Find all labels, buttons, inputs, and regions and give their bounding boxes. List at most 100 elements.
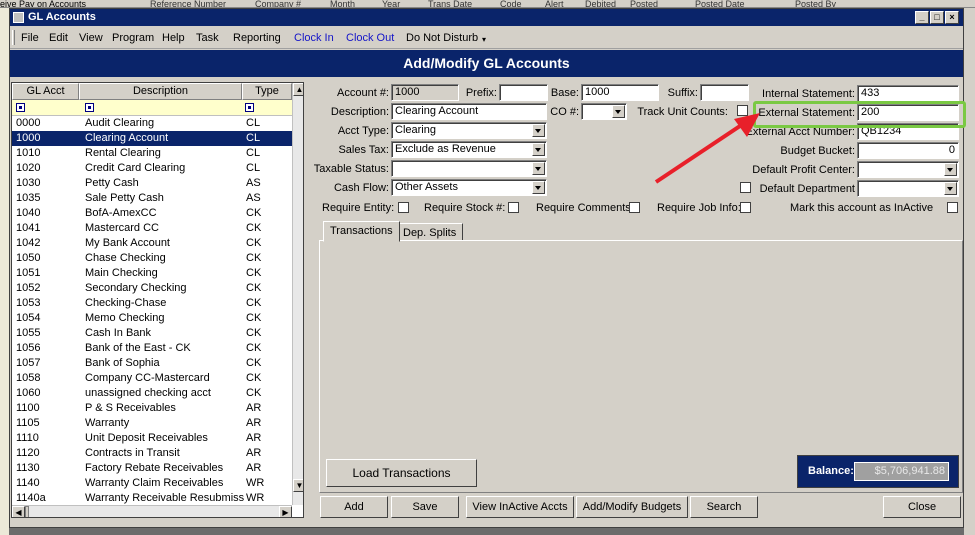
chevron-down-icon[interactable]: ▾	[482, 35, 486, 44]
inactive-checkbox[interactable]	[947, 202, 958, 213]
add-button[interactable]: Add	[320, 496, 388, 518]
chevron-down-icon[interactable]	[944, 163, 957, 176]
table-row[interactable]: 1055 Cash In Bank CK	[12, 326, 292, 341]
maximize-icon[interactable]: □	[930, 11, 944, 24]
table-row[interactable]: 1130 Factory Rebate Receivables AR	[12, 461, 292, 476]
base-field[interactable]: 1000	[581, 84, 659, 101]
table-row[interactable]: 1140 Warranty Claim Receivables WR	[12, 476, 292, 491]
scroll-thumb[interactable]	[25, 506, 29, 517]
cash-flow-select[interactable]: Other Assets	[391, 179, 547, 196]
inactive-label: Mark this account as InActive	[790, 202, 934, 214]
table-row[interactable]: 1051 Main Checking CK	[12, 266, 292, 281]
table-row[interactable]: 1056 Bank of the East - CK CK	[12, 341, 292, 356]
table-row[interactable]: 1010 Rental Clearing CL	[12, 146, 292, 161]
type-cell: CK	[246, 372, 262, 384]
table-row[interactable]: 1035 Sale Petty Cash AS	[12, 191, 292, 206]
table-row[interactable]: 1057 Bank of Sophia CK	[12, 356, 292, 371]
internal-statement-field[interactable]: 433	[857, 85, 959, 102]
menu-view[interactable]: View	[79, 32, 103, 44]
menu-clock-out[interactable]: Clock Out	[346, 32, 394, 44]
gl-acct-cell: 1042	[16, 237, 41, 249]
sales-tax-select[interactable]: Exclude as Revenue	[391, 141, 547, 158]
require-entity-checkbox[interactable]	[398, 202, 409, 213]
grid-vertical-scrollbar[interactable]: ▲ ▼	[292, 83, 303, 505]
filter-gl-acct-icon[interactable]	[16, 103, 25, 112]
table-row[interactable]: 1040 BofA-AmexCC CK	[12, 206, 292, 221]
scroll-right-icon[interactable]: ▶	[279, 506, 292, 517]
chevron-down-icon[interactable]	[612, 105, 625, 118]
chevron-down-icon[interactable]	[532, 124, 545, 137]
menu-program[interactable]: Program	[112, 32, 154, 44]
description-field[interactable]: Clearing Account	[391, 103, 547, 120]
window-titlebar[interactable]: GL Accounts	[10, 9, 963, 26]
type-cell: CK	[246, 342, 262, 354]
menu-file[interactable]: File	[21, 32, 39, 44]
table-row[interactable]: 1100 P & S Receivables AR	[12, 401, 292, 416]
column-header-gl-acct[interactable]: GL Acct	[12, 83, 79, 100]
scroll-up-icon[interactable]: ▲	[293, 83, 303, 96]
description-cell: Company CC-Mastercard	[85, 372, 210, 384]
filter-type-icon[interactable]	[245, 103, 254, 112]
menu-reporting[interactable]: Reporting	[233, 32, 281, 44]
default-profit-center-select[interactable]	[857, 161, 959, 178]
search-button[interactable]: Search	[690, 496, 758, 518]
save-button[interactable]: Save	[391, 496, 459, 518]
acct-type-select[interactable]: Clearing	[391, 122, 547, 139]
gl-acct-cell: 1050	[16, 252, 41, 264]
table-row[interactable]: 0000 Audit Clearing CL	[12, 116, 292, 131]
chevron-down-icon[interactable]	[944, 182, 957, 195]
suffix-field[interactable]	[700, 84, 749, 101]
grid-horizontal-scrollbar[interactable]: ◀ ▶	[12, 505, 292, 517]
description-cell: Warranty	[85, 417, 130, 429]
menu-task[interactable]: Task	[196, 32, 219, 44]
column-header-type[interactable]: Type	[242, 83, 292, 100]
require-job-info-label: Require Job Info:	[657, 202, 741, 214]
menu-clock-in[interactable]: Clock In	[294, 32, 334, 44]
close-button[interactable]: Close	[883, 496, 961, 518]
close-window-icon[interactable]: ×	[945, 11, 959, 24]
prefix-field[interactable]	[499, 84, 548, 101]
table-row[interactable]: 1058 Company CC-Mastercard CK	[12, 371, 292, 386]
budget-bucket-field[interactable]: 0	[857, 142, 959, 159]
table-row[interactable]: 1052 Secondary Checking CK	[12, 281, 292, 296]
table-row[interactable]: 1042 My Bank Account CK	[12, 236, 292, 251]
table-row[interactable]: 1050 Chase Checking CK	[12, 251, 292, 266]
table-row[interactable]: 1020 Credit Card Clearing CL	[12, 161, 292, 176]
scroll-left-icon[interactable]: ◀	[12, 506, 25, 517]
background-header-8: Debited	[585, 0, 617, 8]
table-row[interactable]: 1041 Mastercard CC CK	[12, 221, 292, 236]
table-row[interactable]: 1000 Clearing Account CL	[12, 131, 292, 146]
default-department-select[interactable]	[857, 180, 959, 197]
minimize-icon[interactable]: _	[915, 11, 929, 24]
table-row[interactable]: 1060 unassigned checking acct CK	[12, 386, 292, 401]
require-comments-checkbox[interactable]	[629, 202, 640, 213]
table-row[interactable]: 1110 Unit Deposit Receivables AR	[12, 431, 292, 446]
tab-transactions[interactable]: Transactions	[323, 221, 400, 242]
filter-description-icon[interactable]	[85, 103, 94, 112]
table-row[interactable]: 1105 Warranty AR	[12, 416, 292, 431]
table-row[interactable]: 1030 Petty Cash AS	[12, 176, 292, 191]
co-number-select[interactable]	[581, 103, 627, 120]
view-inactive-accounts-button[interactable]: View InActive Accts	[466, 496, 574, 518]
table-row[interactable]: 1054 Memo Checking CK	[12, 311, 292, 326]
menu-help[interactable]: Help	[162, 32, 185, 44]
taxable-status-select[interactable]	[391, 160, 547, 177]
chevron-down-icon[interactable]	[532, 143, 545, 156]
menu-edit[interactable]: Edit	[49, 32, 68, 44]
chevron-down-icon[interactable]	[532, 162, 545, 175]
description-cell: Mastercard CC	[85, 222, 159, 234]
load-transactions-button[interactable]: Load Transactions	[326, 459, 477, 487]
require-stock-checkbox[interactable]	[508, 202, 519, 213]
gl-acct-cell: 1052	[16, 282, 41, 294]
type-cell: CK	[246, 327, 262, 339]
table-row[interactable]: 1120 Contracts in Transit AR	[12, 446, 292, 461]
add-modify-budgets-button[interactable]: Add/Modify Budgets	[576, 496, 688, 518]
table-row[interactable]: 1053 Checking-Chase CK	[12, 296, 292, 311]
require-job-info-checkbox[interactable]	[740, 202, 751, 213]
require-comments-label: Require Comments:	[536, 202, 634, 214]
chevron-down-icon[interactable]	[532, 181, 545, 194]
menu-do-not-disturb[interactable]: Do Not Disturb	[406, 32, 478, 44]
scroll-down-icon[interactable]: ▼	[293, 479, 303, 492]
column-header-description[interactable]: Description	[79, 83, 242, 100]
table-row[interactable]: 1140a Warranty Receivable Resubmiss WR	[12, 491, 292, 506]
